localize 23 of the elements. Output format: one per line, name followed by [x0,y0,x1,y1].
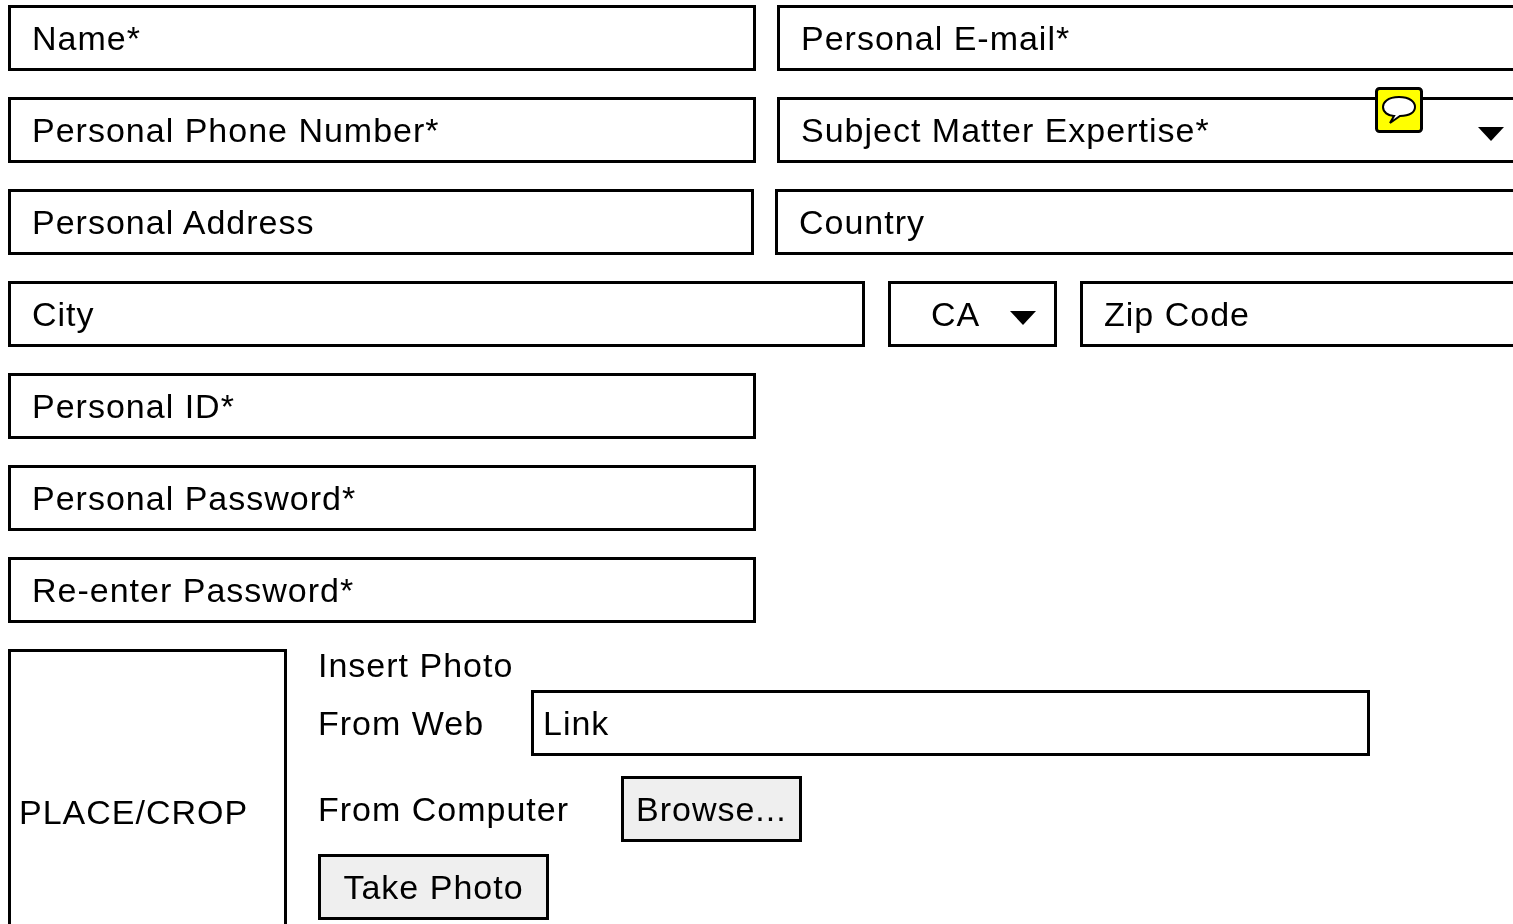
caret-icon [1478,127,1504,141]
text-field[interactable]: Country [775,189,1513,255]
dropdown[interactable]: CA [888,281,1057,347]
text-field[interactable]: Re-enter Password* [8,557,756,623]
section-title: Insert Photo [318,645,514,685]
photo-placeholder-label: PLACE/CROP [19,792,249,832]
field-label: From Web [318,703,486,743]
text-field[interactable]: Zip Code [1080,281,1513,347]
text-field[interactable]: City [8,281,865,347]
take-photo-button[interactable]: Take Photo [318,854,549,920]
photo-placeholder[interactable]: PLACE/CROP [8,649,287,924]
link-field[interactable]: Link [531,690,1370,756]
dropdown[interactable]: Subject Matter Expertise* [777,97,1513,163]
text-field[interactable]: Personal Password* [8,465,756,531]
caret-icon [1010,311,1036,325]
text-field[interactable]: Personal Address [8,189,754,255]
comment-icon[interactable] [1375,87,1423,133]
field-label: From Computer [318,789,571,829]
text-field[interactable]: Name* [8,5,756,71]
text-field[interactable]: Personal E-mail* [777,5,1513,71]
text-field[interactable]: Personal Phone Number* [8,97,756,163]
text-field[interactable]: Personal ID* [8,373,756,439]
browse-button[interactable]: Browse... [621,776,802,842]
